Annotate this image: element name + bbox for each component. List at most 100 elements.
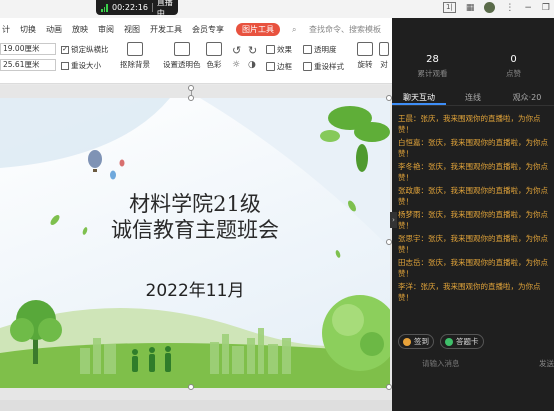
border-button[interactable]: 边框 xyxy=(266,61,292,72)
small-balloon xyxy=(110,170,116,180)
slide-date[interactable]: 2022年11月 xyxy=(110,276,280,301)
hot-air-balloon xyxy=(88,150,102,172)
rotate-icon xyxy=(357,42,373,56)
live-status-pill[interactable]: 00:22:16 直播中 xyxy=(96,0,178,18)
lock-ratio-checkbox[interactable]: ✓ 锁定纵横比 xyxy=(61,44,109,55)
reset-size-icon xyxy=(61,61,69,70)
sign-in-label: 签到 xyxy=(414,337,429,346)
reset-size-label: 重设大小 xyxy=(71,61,101,70)
remove-background-label: 抠除背景 xyxy=(120,60,150,69)
rotate-label: 旋转 xyxy=(357,60,373,69)
color-button[interactable]: 色彩 xyxy=(206,42,222,70)
minimize-icon[interactable]: − xyxy=(524,3,532,13)
set-transparent-button[interactable]: 设置透明色 xyxy=(163,42,201,70)
message-input-placeholder: 请输入消息 xyxy=(422,359,460,368)
stat-value: 28 xyxy=(426,54,439,65)
panel-tabs: 聊天互动 连线 观众·20 xyxy=(392,90,554,106)
rotate-right-icon[interactable]: ↻ xyxy=(248,44,257,57)
effects-button[interactable]: 效果 xyxy=(266,44,292,55)
restore-icon[interactable]: ❐ xyxy=(542,3,550,13)
reset-size-button[interactable]: 重设大小 xyxy=(61,60,101,71)
align-icon xyxy=(379,42,389,56)
signal-icon xyxy=(101,3,109,12)
rotate-button[interactable]: 旋转 xyxy=(357,42,373,70)
window-controls: 1| ▦ ⋮ − ❐ xyxy=(443,2,550,13)
small-balloon xyxy=(119,159,125,167)
slide-artwork xyxy=(0,98,390,388)
leaf xyxy=(82,227,88,235)
transparency-button[interactable]: 透明度 xyxy=(303,44,337,55)
transparency-icon xyxy=(303,45,312,54)
menu-item-member[interactable]: 会员专享 xyxy=(192,24,224,35)
tab-audience[interactable]: 观众·20 xyxy=(500,90,554,105)
stat-value: 0 xyxy=(510,54,517,65)
tab-connect[interactable]: 连线 xyxy=(446,90,500,105)
resize-handle-bottom[interactable] xyxy=(188,384,194,390)
chat-messages: 王晨：张庆，我来围观你的直播啦，为你点赞！ 白恒嘉：张庆，我来围观你的直播啦，为… xyxy=(398,114,550,306)
remove-background-button[interactable]: 抠除背景 xyxy=(120,42,150,70)
divider xyxy=(151,3,153,12)
panel-collapse-icon[interactable]: › xyxy=(390,212,397,228)
menu-item-slideshow[interactable]: 放映 xyxy=(72,24,88,35)
answer-card-button[interactable]: 答题卡 xyxy=(440,334,484,349)
stat-likes: 0 点赞 xyxy=(473,48,554,88)
stat-views: 28 累计观看 xyxy=(392,48,473,88)
checkmark-icon: ✓ xyxy=(61,45,69,54)
chat-message: 王晨：张庆，我来围观你的直播啦，为你点赞！ xyxy=(398,114,541,134)
set-transparent-icon xyxy=(173,42,190,56)
palette-icon xyxy=(206,42,222,56)
chat-message: 李洋：张庆，我来围观你的直播啦，为你点赞！ xyxy=(398,282,541,302)
rotate-left-icon[interactable]: ↺ xyxy=(232,44,241,57)
grid-icon[interactable]: ▦ xyxy=(466,3,475,13)
live-time: 00:22:16 xyxy=(112,3,148,12)
contrast-icon[interactable]: ◑ xyxy=(248,60,256,70)
menu-item-developer[interactable]: 开发工具 xyxy=(150,24,182,35)
stat-label: 累计观看 xyxy=(417,69,448,78)
more-icon[interactable]: ⋮ xyxy=(505,3,514,13)
sign-in-button[interactable]: 签到 xyxy=(398,334,434,349)
width-field[interactable]: 19.00厘米 xyxy=(0,43,56,55)
slide[interactable]: 材料学院21级 诚信教育主题班会 2022年11月 xyxy=(0,98,390,388)
slide-title-line1: 材料学院21级 xyxy=(129,192,261,216)
title-bar: 00:22:16 直播中 1| ▦ ⋮ − ❐ xyxy=(0,0,554,18)
command-search[interactable]: ⌕ 查找命令、搜索模板 xyxy=(292,24,381,35)
chat-message: 杨梦雨：张庆，我来围观你的直播啦，为你点赞！ xyxy=(398,210,548,230)
set-transparent-label: 设置透明色 xyxy=(163,60,201,69)
slide-title[interactable]: 材料学院21级 诚信教育主题班会 xyxy=(90,191,300,243)
height-field[interactable]: 25.61厘米 xyxy=(0,59,56,71)
leaf xyxy=(50,215,60,225)
rotation-handle[interactable] xyxy=(188,85,194,91)
effects-label: 效果 xyxy=(277,45,292,54)
picture-tools-ribbon: 19.00厘米 25.61厘米 ✓ 锁定纵横比 重设大小 抠除背景 设置透明色 … xyxy=(0,40,392,84)
tab-picture-tools[interactable]: 图片工具 xyxy=(236,22,280,36)
split-view-icon[interactable]: 1| xyxy=(443,2,456,13)
transparency-label: 透明度 xyxy=(314,45,337,54)
app-window: 00:22:16 直播中 1| ▦ ⋮ − ❐ 计 切换 动画 放映 审阅 视图… xyxy=(0,0,554,411)
color-label: 色彩 xyxy=(206,60,222,69)
avatar[interactable] xyxy=(484,2,496,13)
menu-item-design[interactable]: 计 xyxy=(2,24,10,35)
status-bar xyxy=(0,400,392,411)
reset-style-label: 重设样式 xyxy=(314,62,344,71)
resize-handle-top[interactable] xyxy=(188,95,194,101)
chat-message: 张思宇：张庆，我来围观你的直播啦，为你点赞！ xyxy=(398,234,548,254)
align-button[interactable]: 对 xyxy=(379,42,389,70)
send-button[interactable]: 发送 xyxy=(539,355,554,373)
stat-label: 点赞 xyxy=(506,69,521,78)
live-panel: 28 累计观看 0 点赞 聊天互动 连线 观众·20 王晨：张庆，我来围观你的直… xyxy=(392,18,554,411)
reset-style-icon xyxy=(303,62,312,71)
remove-background-icon xyxy=(127,42,143,56)
menu-item-animation[interactable]: 动画 xyxy=(46,24,62,35)
answer-card-label: 答题卡 xyxy=(456,337,479,346)
tab-chat[interactable]: 聊天互动 xyxy=(392,90,446,105)
menu-item-transition[interactable]: 切换 xyxy=(20,24,36,35)
answer-card-icon xyxy=(445,337,453,346)
bg-shape xyxy=(0,98,170,168)
menu-item-view[interactable]: 视图 xyxy=(124,24,140,35)
menu-item-review[interactable]: 审阅 xyxy=(98,24,114,35)
brightness-icon[interactable]: ☼ xyxy=(232,60,240,70)
reset-style-button[interactable]: 重设样式 xyxy=(303,61,344,72)
chat-message: 白恒嘉：张庆，我来围观你的直播啦，为你点赞！ xyxy=(398,138,548,158)
border-icon xyxy=(266,62,275,71)
message-input[interactable]: 请输入消息 发送 xyxy=(392,355,554,373)
